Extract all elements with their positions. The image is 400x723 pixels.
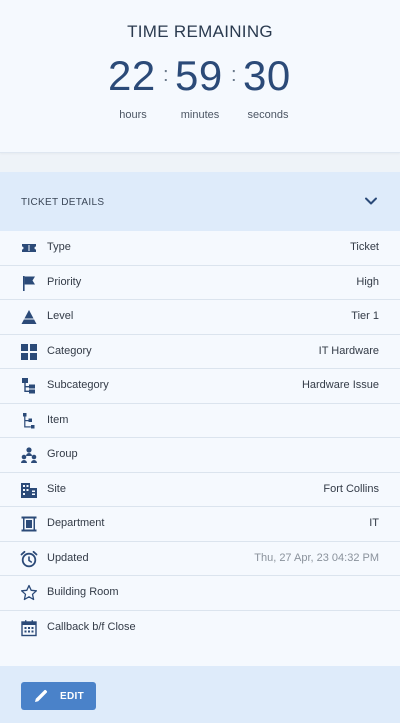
countdown-digits: 22 : 59 : 30 <box>0 52 400 102</box>
seconds-value: 30 <box>243 52 291 99</box>
time-remaining-title: TIME REMAINING <box>127 22 273 41</box>
detail-value: Tier 1 <box>351 310 379 322</box>
minutes-label: minutes <box>180 109 220 121</box>
category-grid-icon <box>21 343 37 360</box>
item-tree-icon <box>23 412 35 428</box>
detail-label: Priority <box>47 275 82 288</box>
edit-button[interactable]: EDIT <box>21 682 96 710</box>
department-icon <box>21 516 37 532</box>
detail-row-updated: Updated Thu, 27 Apr, 23 04:32 PM <box>0 542 400 576</box>
detail-label: Building Room <box>47 586 119 598</box>
ticket-details-list: Type Ticket Priority High Level Tier 1 C… <box>0 231 400 645</box>
time-remaining-card: TIME REMAINING 22 : 59 : 30 hours minute… <box>0 0 400 153</box>
star-outline-icon <box>20 584 38 601</box>
hours-value: 22 <box>108 52 156 99</box>
chevron-down-icon[interactable] <box>362 192 380 210</box>
detail-row-group: Group <box>0 438 400 473</box>
detail-row-department: Department IT <box>0 507 400 542</box>
hours-label: hours <box>119 109 147 121</box>
detail-row-level: Level Tier 1 <box>0 300 400 335</box>
detail-label: Item <box>47 413 69 426</box>
edit-button-label: EDIT <box>60 691 84 702</box>
building-icon <box>21 482 37 498</box>
detail-row-priority: Priority High <box>0 266 400 300</box>
detail-row-item: Item <box>0 404 400 438</box>
detail-row-site: Site Fort Collins <box>0 473 400 507</box>
seconds-label: seconds <box>247 109 289 121</box>
minutes-value: 59 <box>175 52 223 99</box>
detail-label: Type <box>47 241 71 253</box>
detail-label: Updated <box>47 551 89 564</box>
calendar-icon <box>21 619 37 636</box>
detail-label: Level <box>47 310 74 322</box>
pencil-icon <box>35 689 48 702</box>
detail-value: IT <box>369 517 379 529</box>
detail-value: Thu, 27 Apr, 23 04:32 PM <box>254 551 379 564</box>
triangle-level-icon <box>21 310 37 324</box>
flag-icon <box>23 275 35 291</box>
details-footer: EDIT <box>0 666 400 723</box>
group-people-icon <box>21 447 37 463</box>
hours-minutes-separator: : <box>163 64 169 86</box>
ticket-details-header[interactable]: TICKET DETAILS <box>0 172 400 231</box>
detail-value: Ticket <box>350 241 379 253</box>
detail-row-category: Category IT Hardware <box>0 335 400 369</box>
detail-label: Group <box>47 448 78 460</box>
ticket-details-panel: TICKET DETAILS Type Ticket Priority High <box>0 172 400 723</box>
detail-row-subcategory: Subcategory Hardware Issue <box>0 369 400 404</box>
detail-label: Callback b/f Close <box>47 620 136 633</box>
ticket-icon <box>22 244 36 252</box>
minutes-seconds-separator: : <box>231 64 237 86</box>
detail-row-type: Type Ticket <box>0 231 400 266</box>
detail-value: IT Hardware <box>318 344 379 357</box>
detail-value: Hardware Issue <box>301 379 379 391</box>
detail-label: Department <box>47 517 105 529</box>
detail-label: Site <box>47 482 66 495</box>
alarm-clock-icon <box>20 550 38 567</box>
subcategory-tree-icon <box>22 378 35 394</box>
detail-value: Fort Collins <box>323 482 379 495</box>
detail-label: Subcategory <box>47 379 109 391</box>
detail-row-building-room: Building Room <box>0 576 400 611</box>
detail-value: High <box>356 275 379 288</box>
detail-row-callback: Callback b/f Close <box>0 611 400 646</box>
detail-label: Category <box>47 344 92 357</box>
ticket-details-title: TICKET DETAILS <box>21 197 105 208</box>
